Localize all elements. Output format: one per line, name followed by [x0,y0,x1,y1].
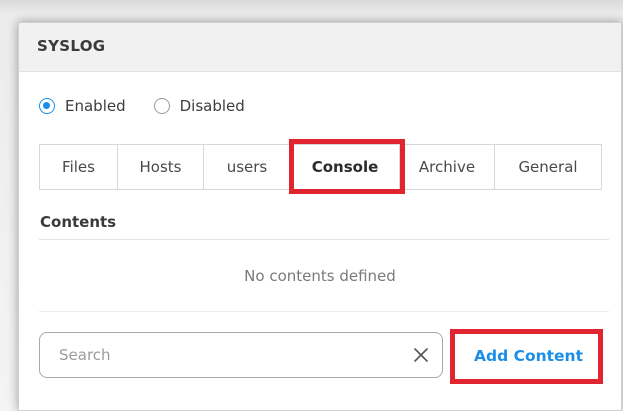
tab-archive[interactable]: Archive [400,145,495,189]
tab-bar: Files Hosts users Console Archive Genera… [39,144,602,190]
add-content-button[interactable]: Add Content [459,336,598,376]
radio-disabled-label[interactable]: Disabled [180,97,245,115]
panel-title: SYSLOG [37,37,106,55]
radio-checked-icon[interactable] [39,98,55,114]
empty-contents-message: No contents defined [244,267,396,285]
syslog-panel: SYSLOG Enabled Disabled Files Hosts user… [18,22,622,411]
status-radio-group: Enabled Disabled [39,95,273,117]
close-icon[interactable] [412,346,430,364]
tab-hosts[interactable]: Hosts [118,145,204,189]
contents-heading: Contents [40,213,117,231]
footer-divider [39,311,609,312]
tab-users[interactable]: users [204,145,291,189]
tab-general[interactable]: General [495,145,601,189]
window-backdrop: SYSLOG Enabled Disabled Files Hosts user… [0,0,623,411]
tab-console[interactable]: Console [291,145,400,189]
radio-disabled[interactable]: Disabled [153,97,245,115]
search-input[interactable] [40,345,391,365]
search-box[interactable] [39,332,443,378]
radio-enabled[interactable]: Enabled [39,97,126,115]
radio-unchecked-icon[interactable] [153,98,170,114]
panel-header: SYSLOG [19,23,621,72]
tab-files[interactable]: Files [40,145,118,189]
contents-divider [39,239,609,240]
radio-enabled-label[interactable]: Enabled [65,97,126,115]
